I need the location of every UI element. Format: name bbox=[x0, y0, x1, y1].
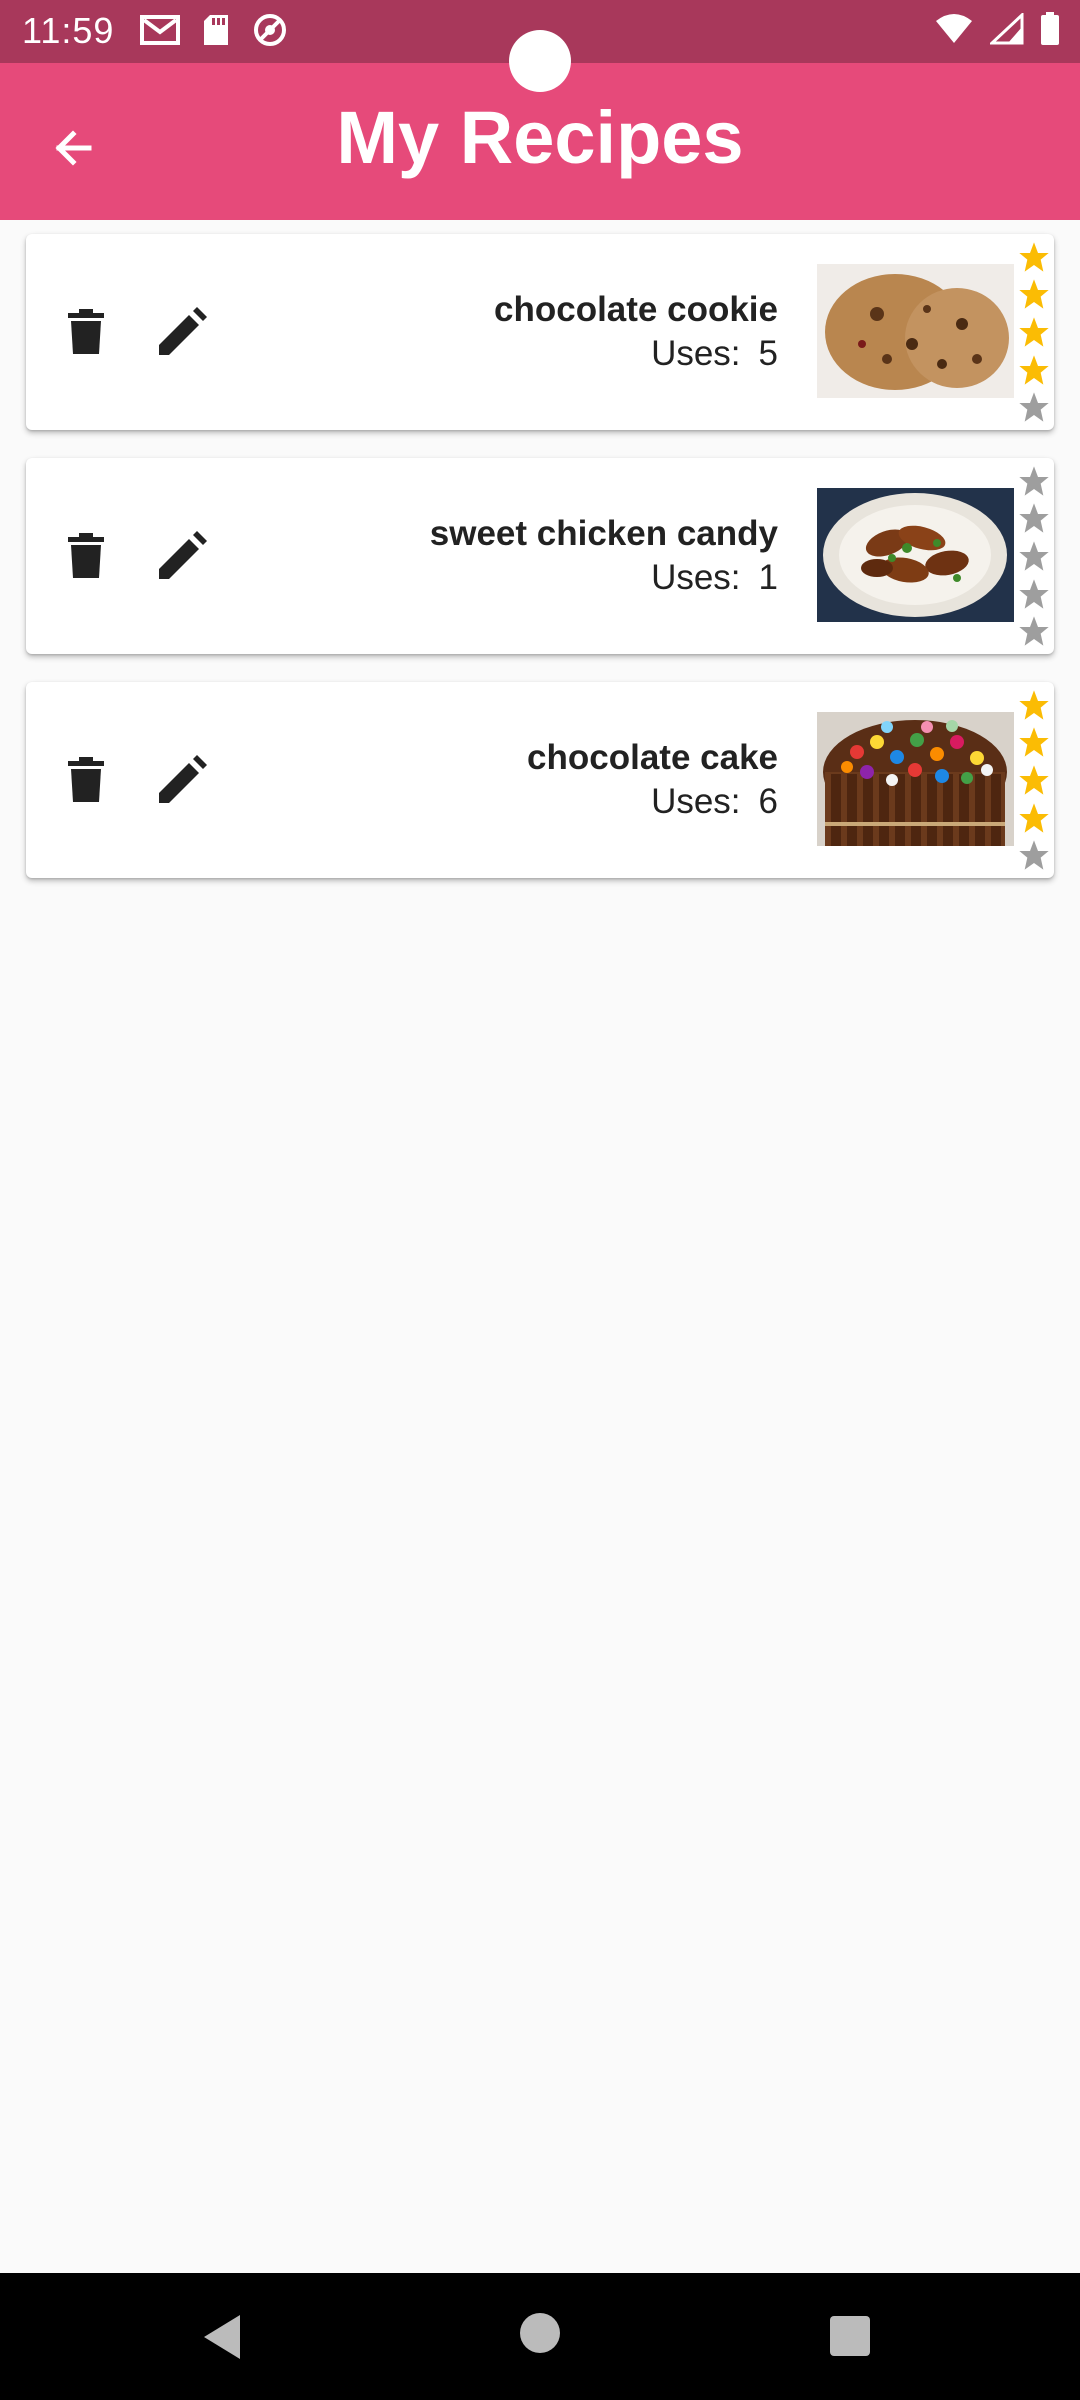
recipe-list: chocolate cookie Uses: 5 sweet chicken c… bbox=[26, 234, 1054, 906]
trash-icon bbox=[68, 533, 104, 578]
recipe-name: chocolate cookie bbox=[494, 290, 778, 329]
recipe-card[interactable]: chocolate cake Uses: 6 bbox=[26, 682, 1054, 878]
star-rating bbox=[1016, 234, 1052, 430]
star-icon bbox=[1019, 242, 1049, 272]
trash-icon bbox=[68, 309, 104, 354]
edit-button[interactable] bbox=[150, 300, 214, 364]
star-icon bbox=[1019, 690, 1049, 720]
sd-card-icon bbox=[204, 15, 228, 45]
uses-count: 1 bbox=[758, 558, 778, 597]
notification-icons bbox=[140, 12, 288, 48]
recipe-card[interactable]: chocolate cookie Uses: 5 bbox=[26, 234, 1054, 430]
delete-button[interactable] bbox=[54, 524, 118, 588]
status-time: 11:59 bbox=[22, 10, 115, 51]
gmail-icon bbox=[140, 15, 180, 45]
recipe-card[interactable]: sweet chicken candy Uses: 1 bbox=[26, 458, 1054, 654]
nav-back-icon[interactable] bbox=[196, 2309, 252, 2365]
star-icon bbox=[1019, 466, 1049, 496]
chocolate-cookie-photo bbox=[817, 264, 1014, 398]
delete-button[interactable] bbox=[54, 300, 118, 364]
star-rating bbox=[1016, 458, 1052, 654]
edit-button[interactable] bbox=[150, 748, 214, 812]
star-icon bbox=[1019, 802, 1049, 833]
star-icon bbox=[1019, 317, 1049, 347]
recipe-name: sweet chicken candy bbox=[429, 514, 778, 553]
uses-label: Uses: bbox=[651, 782, 741, 821]
recipe-uses: Uses: 5 bbox=[651, 334, 778, 374]
system-nav-bar bbox=[0, 2273, 1080, 2400]
sweet-chicken-candy-photo bbox=[817, 488, 1014, 622]
pencil-icon bbox=[159, 307, 207, 355]
uses-count: 6 bbox=[758, 782, 778, 821]
uses-label: Uses: bbox=[651, 558, 741, 597]
star-icon bbox=[1019, 765, 1049, 795]
delete-button[interactable] bbox=[54, 748, 118, 812]
pencil-icon bbox=[159, 755, 207, 803]
recipe-uses: Uses: 1 bbox=[651, 558, 778, 598]
star-icon bbox=[1019, 279, 1049, 310]
pencil-icon bbox=[159, 531, 207, 579]
star-icon bbox=[1019, 616, 1049, 646]
uses-label: Uses: bbox=[651, 334, 741, 373]
page-title: My Recipes bbox=[336, 96, 744, 179]
wifi-icon bbox=[936, 14, 972, 43]
star-icon bbox=[1019, 727, 1049, 758]
trash-icon bbox=[68, 757, 104, 802]
edit-button[interactable] bbox=[150, 524, 214, 588]
signal-icon bbox=[990, 13, 1024, 45]
camera-cutout bbox=[509, 30, 571, 92]
battery-icon bbox=[1041, 12, 1059, 45]
chocolate-cake-photo bbox=[817, 712, 1014, 846]
star-icon bbox=[1019, 354, 1049, 385]
star-icon bbox=[1019, 541, 1049, 571]
star-rating bbox=[1016, 682, 1052, 878]
recipe-uses: Uses: 6 bbox=[651, 782, 778, 822]
nav-recents-icon[interactable] bbox=[830, 2316, 870, 2356]
star-icon bbox=[1019, 578, 1049, 609]
star-icon bbox=[1019, 503, 1049, 534]
uses-count: 5 bbox=[758, 334, 778, 373]
recipe-name: chocolate cake bbox=[527, 738, 778, 777]
star-icon bbox=[1019, 392, 1049, 422]
system-status-icons bbox=[934, 12, 1060, 46]
nav-home-icon[interactable] bbox=[520, 2313, 560, 2353]
star-icon bbox=[1019, 840, 1049, 870]
do-not-disturb-icon bbox=[254, 14, 286, 46]
